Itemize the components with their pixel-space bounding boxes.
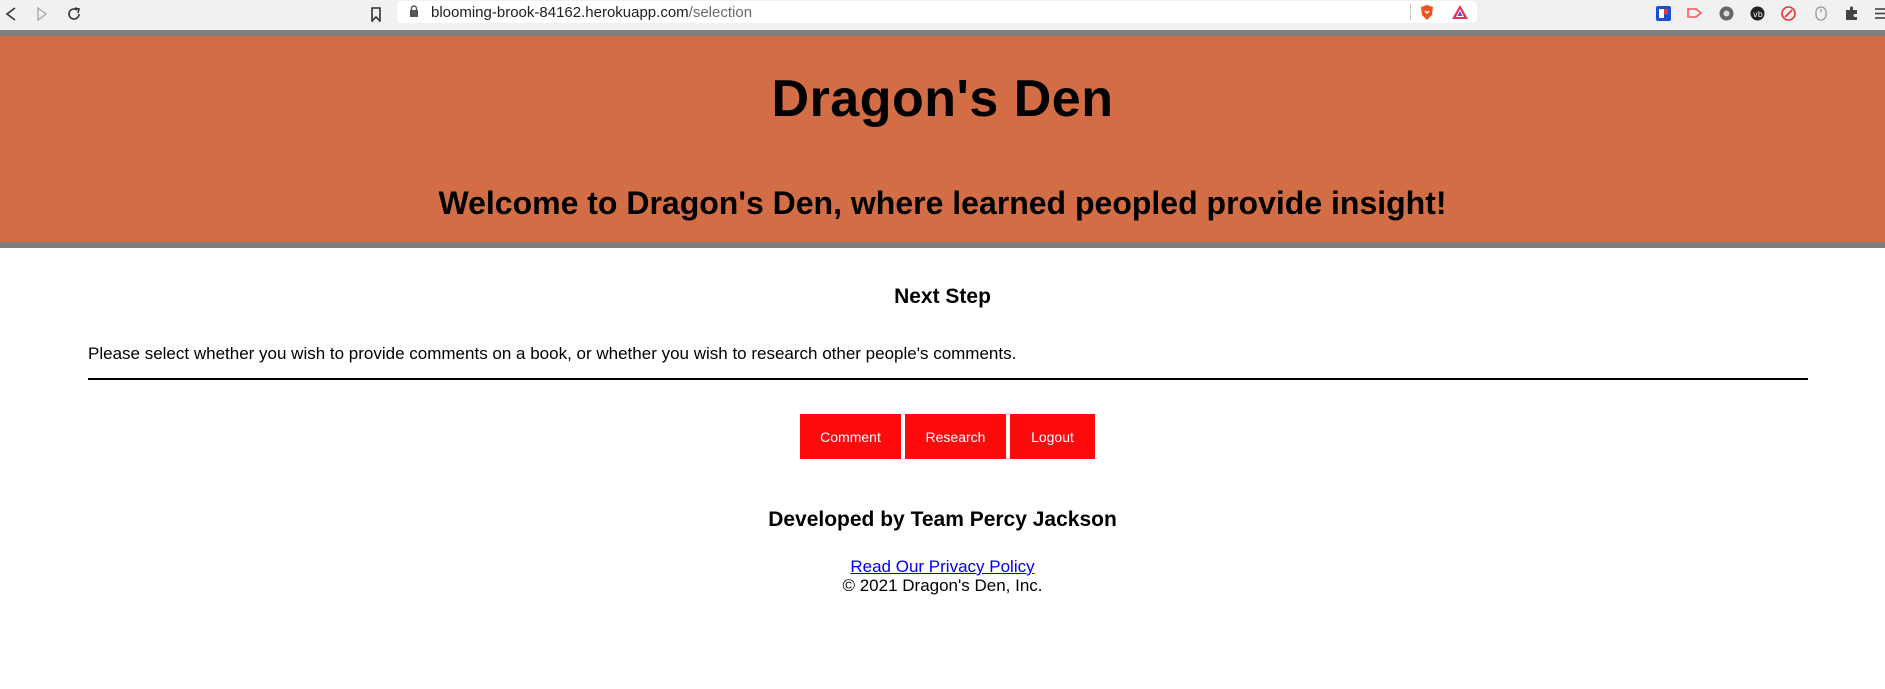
forward-icon[interactable] bbox=[31, 3, 53, 25]
lock-icon bbox=[409, 4, 419, 21]
browser-toolbar: blooming-brook-84162.herokuapp.com/selec… bbox=[0, 0, 1885, 31]
divider bbox=[88, 378, 1808, 380]
selection-instruction: Please select whether you wish to provid… bbox=[88, 344, 1017, 363]
svg-text:vb: vb bbox=[1753, 10, 1763, 19]
url-path: /selection bbox=[688, 3, 753, 21]
extension-4-icon[interactable]: vb bbox=[1749, 5, 1765, 21]
extensions-puzzle-icon[interactable] bbox=[1843, 5, 1859, 21]
address-bar[interactable]: blooming-brook-84162.herokuapp.com/selec… bbox=[397, 1, 1477, 23]
site-header: Dragon's Den Welcome to Dragon's Den, wh… bbox=[0, 30, 1885, 248]
extension-1-icon[interactable] bbox=[1655, 5, 1671, 21]
url-host: blooming-brook-84162.herokuapp.com bbox=[431, 3, 689, 21]
research-button[interactable]: Research bbox=[905, 414, 1006, 459]
extension-6-icon[interactable] bbox=[1813, 5, 1829, 21]
brave-shield-icon[interactable] bbox=[1419, 4, 1435, 25]
privacy-policy-link[interactable]: Read Our Privacy Policy bbox=[850, 557, 1034, 576]
site-tagline: Welcome to Dragon's Den, where learned p… bbox=[438, 185, 1447, 221]
extension-2-icon[interactable] bbox=[1687, 5, 1703, 21]
privacy-row: Read Our Privacy Policy bbox=[0, 557, 1885, 577]
url-divider bbox=[1410, 4, 1411, 20]
extension-3-icon[interactable] bbox=[1718, 5, 1734, 21]
site-title: Dragon's Den bbox=[771, 70, 1114, 128]
back-icon[interactable] bbox=[0, 3, 22, 25]
logout-button[interactable]: Logout bbox=[1010, 414, 1095, 459]
comment-button[interactable]: Comment bbox=[800, 414, 901, 459]
developed-by: Developed by Team Percy Jackson bbox=[768, 508, 1117, 531]
bookmark-icon[interactable] bbox=[365, 3, 387, 25]
action-buttons: Comment Research Logout bbox=[800, 414, 1095, 459]
next-step-heading: Next Step bbox=[894, 285, 991, 308]
copyright-text: © 2021 Dragon's Den, Inc. bbox=[842, 576, 1043, 595]
reload-icon[interactable] bbox=[63, 3, 85, 25]
menu-icon[interactable] bbox=[1872, 5, 1885, 21]
extension-5-icon[interactable] bbox=[1780, 5, 1796, 21]
brave-rewards-icon[interactable] bbox=[1451, 4, 1469, 24]
